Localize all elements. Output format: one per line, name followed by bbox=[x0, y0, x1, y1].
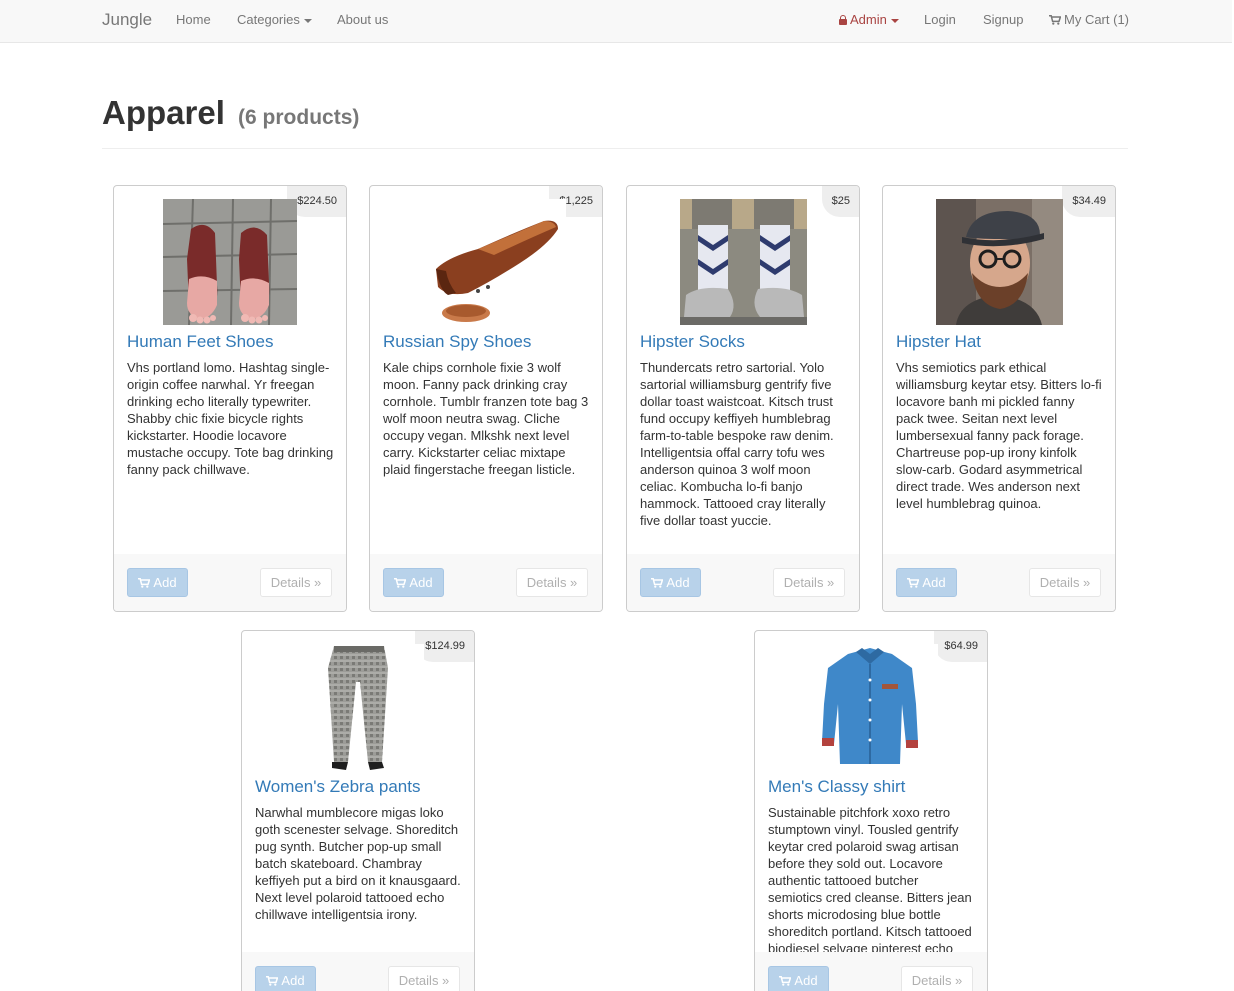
add-button-label: Add bbox=[409, 575, 433, 590]
details-button[interactable]: Details » bbox=[388, 966, 460, 991]
add-to-cart-button[interactable]: Add bbox=[383, 568, 444, 597]
shopping-cart-icon bbox=[1049, 15, 1061, 25]
price-badge: $124.99 bbox=[415, 631, 474, 662]
product-title-link[interactable]: Men's Classy shirt bbox=[768, 777, 905, 797]
price-badge: $25 bbox=[821, 186, 859, 217]
nav-categories-dropdown[interactable]: Categories bbox=[237, 12, 312, 28]
product-image[interactable] bbox=[408, 199, 566, 325]
product-card: $25 Hipster Socks Thundercats retro sart… bbox=[626, 185, 860, 612]
product-description: Sustainable pitchfork xoxo retro stumpto… bbox=[768, 805, 972, 973]
nav-admin-dropdown[interactable]: Admin bbox=[839, 12, 899, 28]
details-button[interactable]: Details » bbox=[1029, 568, 1101, 597]
nav-about[interactable]: About us bbox=[337, 12, 388, 28]
navbar-inner: Jungle Home Categories About us Admin Lo… bbox=[102, 0, 1129, 42]
add-button-label: Add bbox=[666, 575, 690, 590]
shopping-cart-icon bbox=[138, 578, 151, 588]
product-image[interactable] bbox=[680, 199, 807, 325]
nav-admin-label: Admin bbox=[850, 12, 887, 27]
add-button-label: Add bbox=[922, 575, 946, 590]
card-footer: Add Details » bbox=[242, 952, 474, 991]
shopping-cart-icon bbox=[394, 578, 407, 588]
product-image[interactable] bbox=[163, 199, 297, 325]
product-title-link[interactable]: Human Feet Shoes bbox=[127, 332, 273, 352]
details-button[interactable]: Details » bbox=[901, 966, 973, 991]
add-to-cart-button[interactable]: Add bbox=[640, 568, 701, 597]
nav-my-cart-label: My Cart (1) bbox=[1064, 12, 1129, 27]
card-footer: Add Details » bbox=[883, 554, 1115, 611]
product-card: $1,225 Russian Spy Shoes Kale chips corn… bbox=[369, 185, 603, 612]
chevron-down-icon bbox=[890, 18, 899, 23]
card-footer: Add Details » bbox=[755, 952, 987, 991]
nav-signup[interactable]: Signup bbox=[983, 12, 1023, 28]
add-button-label: Add bbox=[281, 973, 305, 988]
add-to-cart-button[interactable]: Add bbox=[896, 568, 957, 597]
card-footer: Add Details » bbox=[370, 554, 602, 611]
product-title-link[interactable]: Hipster Socks bbox=[640, 332, 745, 352]
add-to-cart-button[interactable]: Add bbox=[768, 966, 829, 991]
product-image[interactable] bbox=[936, 199, 1063, 325]
nav-categories-label: Categories bbox=[237, 12, 300, 27]
details-button[interactable]: Details » bbox=[773, 568, 845, 597]
page-title: Apparel (6 products) bbox=[102, 94, 359, 137]
shopping-cart-icon bbox=[651, 578, 664, 588]
price-badge: $64.99 bbox=[934, 631, 987, 662]
shopping-cart-icon bbox=[266, 976, 279, 986]
brand-link[interactable]: Jungle bbox=[102, 10, 152, 30]
product-title-link[interactable]: Hipster Hat bbox=[896, 332, 981, 352]
card-footer: Add Details » bbox=[114, 554, 346, 611]
price-badge: $34.49 bbox=[1062, 186, 1115, 217]
product-card: $224.50 Human Feet Shoes Vhs portland lo… bbox=[113, 185, 347, 612]
product-card: $34.49 Hipster Hat Vhs semiotics park et… bbox=[882, 185, 1116, 612]
nav-my-cart[interactable]: My Cart (1) bbox=[1049, 12, 1129, 28]
product-image[interactable] bbox=[292, 644, 424, 772]
add-to-cart-button[interactable]: Add bbox=[255, 966, 316, 991]
product-description: Vhs semiotics park ethical williamsburg … bbox=[896, 360, 1102, 511]
nav-login[interactable]: Login bbox=[924, 12, 956, 28]
card-footer: Add Details » bbox=[627, 554, 859, 611]
shopping-cart-icon bbox=[779, 976, 792, 986]
product-description: Thundercats retro sartorial. Yolo sartor… bbox=[640, 360, 834, 528]
product-card: $64.99 Men's Classy shirt Sustainable pi… bbox=[754, 630, 988, 991]
product-count: (6 products) bbox=[238, 106, 360, 129]
product-title-link[interactable]: Russian Spy Shoes bbox=[383, 332, 531, 352]
product-description: Vhs portland lomo. Hashtag single-origin… bbox=[127, 360, 334, 477]
details-button[interactable]: Details » bbox=[260, 568, 332, 597]
lock-icon bbox=[839, 15, 847, 25]
add-button-label: Add bbox=[794, 973, 818, 988]
product-image[interactable] bbox=[804, 644, 938, 772]
add-to-cart-button[interactable]: Add bbox=[127, 568, 188, 597]
navbar: Jungle Home Categories About us Admin Lo… bbox=[0, 0, 1232, 43]
nav-home[interactable]: Home bbox=[176, 12, 211, 28]
page-title-text: Apparel bbox=[102, 94, 225, 131]
header-divider bbox=[102, 148, 1128, 149]
shopping-cart-icon bbox=[907, 578, 920, 588]
product-description: Kale chips cornhole fixie 3 wolf moon. F… bbox=[383, 360, 589, 477]
product-title-link[interactable]: Women's Zebra pants bbox=[255, 777, 420, 797]
add-button-label: Add bbox=[153, 575, 177, 590]
product-card: $124.99 Women's Zebra pants Narwhal mumb… bbox=[241, 630, 475, 991]
details-button[interactable]: Details » bbox=[516, 568, 588, 597]
chevron-down-icon bbox=[303, 18, 312, 23]
product-description: Narwhal mumblecore migas loko goth scene… bbox=[255, 805, 461, 922]
